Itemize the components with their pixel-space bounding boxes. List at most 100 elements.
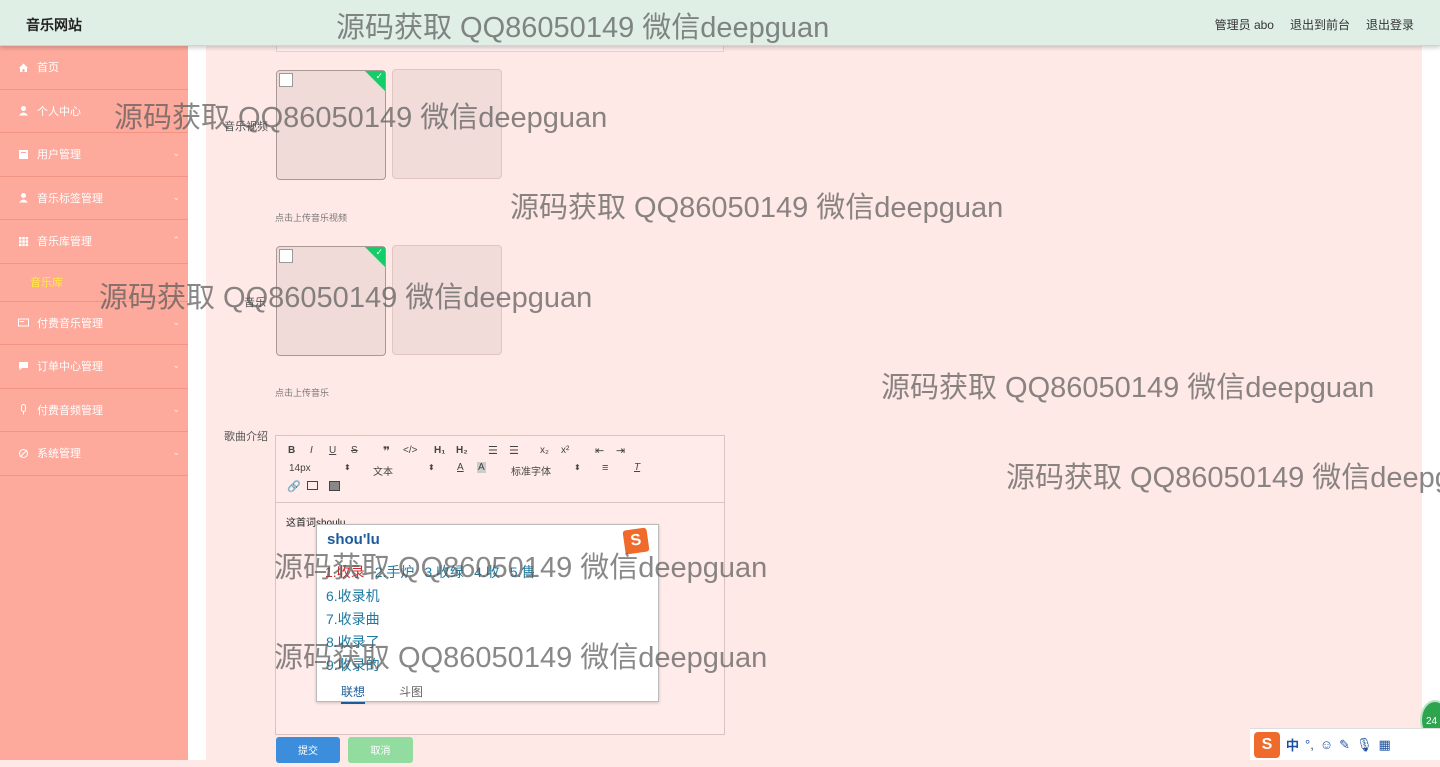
sidebar-item-paid-music[interactable]: 付费音乐管理 ⌄: [0, 302, 188, 345]
ime-candidate-5[interactable]: 5.售: [510, 562, 536, 582]
music-field-label: 音乐: [244, 297, 266, 309]
admin-label: 管理员 abo: [1214, 18, 1274, 32]
ime-candidate-window: shou'lu S 1.收录 2.手炉 3.收绿 4.收 5.售 6.收录机 7…: [316, 524, 659, 704]
chevron-updown-icon: ⬍: [344, 463, 351, 472]
strike-button[interactable]: S: [351, 445, 358, 456]
font-color-icon[interactable]: A: [457, 462, 464, 473]
chevron-updown-icon: ⬍: [428, 463, 435, 472]
h1-button[interactable]: H₁: [434, 445, 445, 456]
sidebar-item-music-tags[interactable]: 音乐标签管理 ⌄: [0, 177, 188, 220]
microphone-icon[interactable]: 🎙: [1356, 737, 1373, 753]
grid-icon[interactable]: ▦: [1379, 737, 1391, 753]
image-icon[interactable]: [307, 481, 318, 490]
mic-icon: [18, 404, 29, 415]
previous-field: [276, 46, 724, 52]
indent-icon[interactable]: ⇥: [616, 444, 625, 457]
ime-language-toggle[interactable]: 中: [1286, 735, 1299, 754]
underline-button[interactable]: U: [329, 445, 336, 456]
video-preview[interactable]: ✓: [276, 70, 386, 180]
sidebar-item-label: 用户管理: [37, 149, 81, 162]
ime-candidate-3[interactable]: 3.收绿: [424, 562, 464, 582]
ime-tab-stickers[interactable]: 斗图: [399, 683, 423, 704]
chevron-updown-icon: ⬍: [574, 463, 581, 472]
ime-tab-association[interactable]: 联想: [341, 683, 366, 704]
editor-toolbar: B I U S ❞ </> H₁ H₂ ☰ ☰ x₂ x² ⇤ ⇥ 14px ⬍…: [276, 436, 724, 503]
sidebar-item-label: 首页: [37, 62, 59, 75]
check-icon: ✓: [375, 247, 383, 257]
paragraph-select[interactable]: 文本: [373, 463, 393, 478]
broken-image-icon: [279, 249, 293, 263]
logout-link[interactable]: 退出登录: [1366, 16, 1414, 33]
sidebar-item-label: 系统管理: [37, 448, 81, 461]
content-gutter: [188, 46, 206, 760]
back-to-front-link[interactable]: 退出到前台: [1290, 16, 1350, 33]
top-links: 管理员 abo 退出到前台 退出登录: [1215, 16, 1414, 33]
sogou-logo-icon[interactable]: S: [1254, 731, 1280, 758]
chat-icon: [18, 361, 29, 372]
chevron-down-icon: ⌄: [172, 403, 180, 414]
chevron-down-icon: ⌄: [172, 191, 180, 202]
ime-pinyin-input: shou'lu: [327, 531, 380, 548]
sidebar-item-paid-audio[interactable]: 付费音频管理 ⌄: [0, 389, 188, 432]
chevron-down-icon: ⌄: [172, 316, 180, 327]
sidebar-subitem-music-library[interactable]: 音乐库: [0, 264, 188, 302]
emoji-icon[interactable]: ☺: [1320, 737, 1333, 752]
sidebar-item-system[interactable]: 系统管理 ⌄: [0, 432, 188, 476]
book-icon: [18, 149, 29, 160]
user-icon: [18, 192, 29, 203]
h2-button[interactable]: H₂: [456, 445, 468, 456]
sidebar-item-home[interactable]: 首页: [0, 46, 188, 90]
ime-punctuation-toggle[interactable]: °,: [1305, 737, 1314, 752]
video-icon[interactable]: [329, 481, 340, 491]
chevron-down-icon: ⌄: [172, 447, 180, 457]
ime-candidate-2[interactable]: 2.手炉: [375, 562, 415, 582]
music-upload-button[interactable]: [392, 245, 502, 355]
clear-format-icon[interactable]: T: [634, 462, 640, 473]
sidebar: 首页 个人中心 用户管理 ⌄ 音乐标签管理 ⌄ 音乐库管理 ⌃ 音乐库 付费音乐…: [0, 46, 188, 760]
music-preview[interactable]: ✓: [276, 246, 386, 356]
bold-button[interactable]: B: [288, 445, 295, 456]
chevron-up-icon: ⌃: [172, 235, 180, 245]
font-family-select[interactable]: 标准字体: [511, 463, 551, 478]
site-title: 音乐网站: [26, 17, 82, 33]
scroll-gutter: [1422, 46, 1440, 760]
video-upload-button[interactable]: [392, 69, 502, 179]
superscript-button[interactable]: x²: [561, 445, 569, 456]
link-icon[interactable]: 🔗: [287, 480, 301, 493]
cancel-button[interactable]: 取消: [348, 737, 413, 763]
background-color-icon[interactable]: A: [477, 462, 486, 473]
sidebar-item-music-library[interactable]: 音乐库管理 ⌃: [0, 220, 188, 264]
grid-icon: [18, 236, 29, 247]
quote-button[interactable]: ❞: [383, 444, 390, 458]
check-icon: ✓: [375, 71, 383, 81]
sidebar-item-orders[interactable]: 订单中心管理 ⌄: [0, 345, 188, 389]
ime-candidate-4[interactable]: 4.收: [474, 562, 500, 582]
ime-candidate-6[interactable]: 6.收录机: [326, 585, 380, 608]
chevron-down-icon: ⌄: [172, 360, 180, 370]
italic-button[interactable]: I: [310, 445, 313, 456]
code-button[interactable]: </>: [403, 445, 417, 456]
broken-image-icon: [279, 73, 293, 87]
ime-candidate-9[interactable]: 9.收录的: [326, 654, 380, 677]
sidebar-item-profile[interactable]: 个人中心: [0, 90, 188, 133]
submit-button[interactable]: 提交: [276, 737, 340, 763]
sidebar-item-users[interactable]: 用户管理 ⌄: [0, 133, 188, 177]
chevron-down-icon: ⌄: [172, 148, 180, 158]
video-upload-hint: 点击上传音乐视频: [275, 213, 348, 223]
settings-icon: [18, 448, 29, 459]
sidebar-item-label: 付费音频管理: [37, 404, 103, 417]
pen-icon[interactable]: ✎: [1339, 737, 1350, 753]
ime-candidate-8[interactable]: 8.收录了: [326, 631, 380, 654]
top-bar: 音乐网站 管理员 abo 退出到前台 退出登录: [0, 0, 1440, 46]
ime-candidate-1[interactable]: 1.收录: [325, 562, 365, 582]
sidebar-item-label: 订单中心管理: [37, 361, 103, 374]
font-size-select[interactable]: 14px: [289, 463, 311, 474]
music-upload-hint: 点击上传音乐: [275, 388, 330, 398]
ime-candidate-7[interactable]: 7.收录曲: [326, 608, 380, 631]
ime-candidate-row: 1.收录 2.手炉 3.收绿 4.收 5.售: [325, 562, 535, 582]
bullet-list-icon[interactable]: ☰: [509, 444, 519, 457]
ordered-list-icon[interactable]: ☰: [488, 444, 498, 457]
subscript-button[interactable]: x₂: [540, 445, 549, 456]
align-icon[interactable]: ≡: [602, 462, 608, 474]
outdent-icon[interactable]: ⇤: [595, 444, 604, 457]
